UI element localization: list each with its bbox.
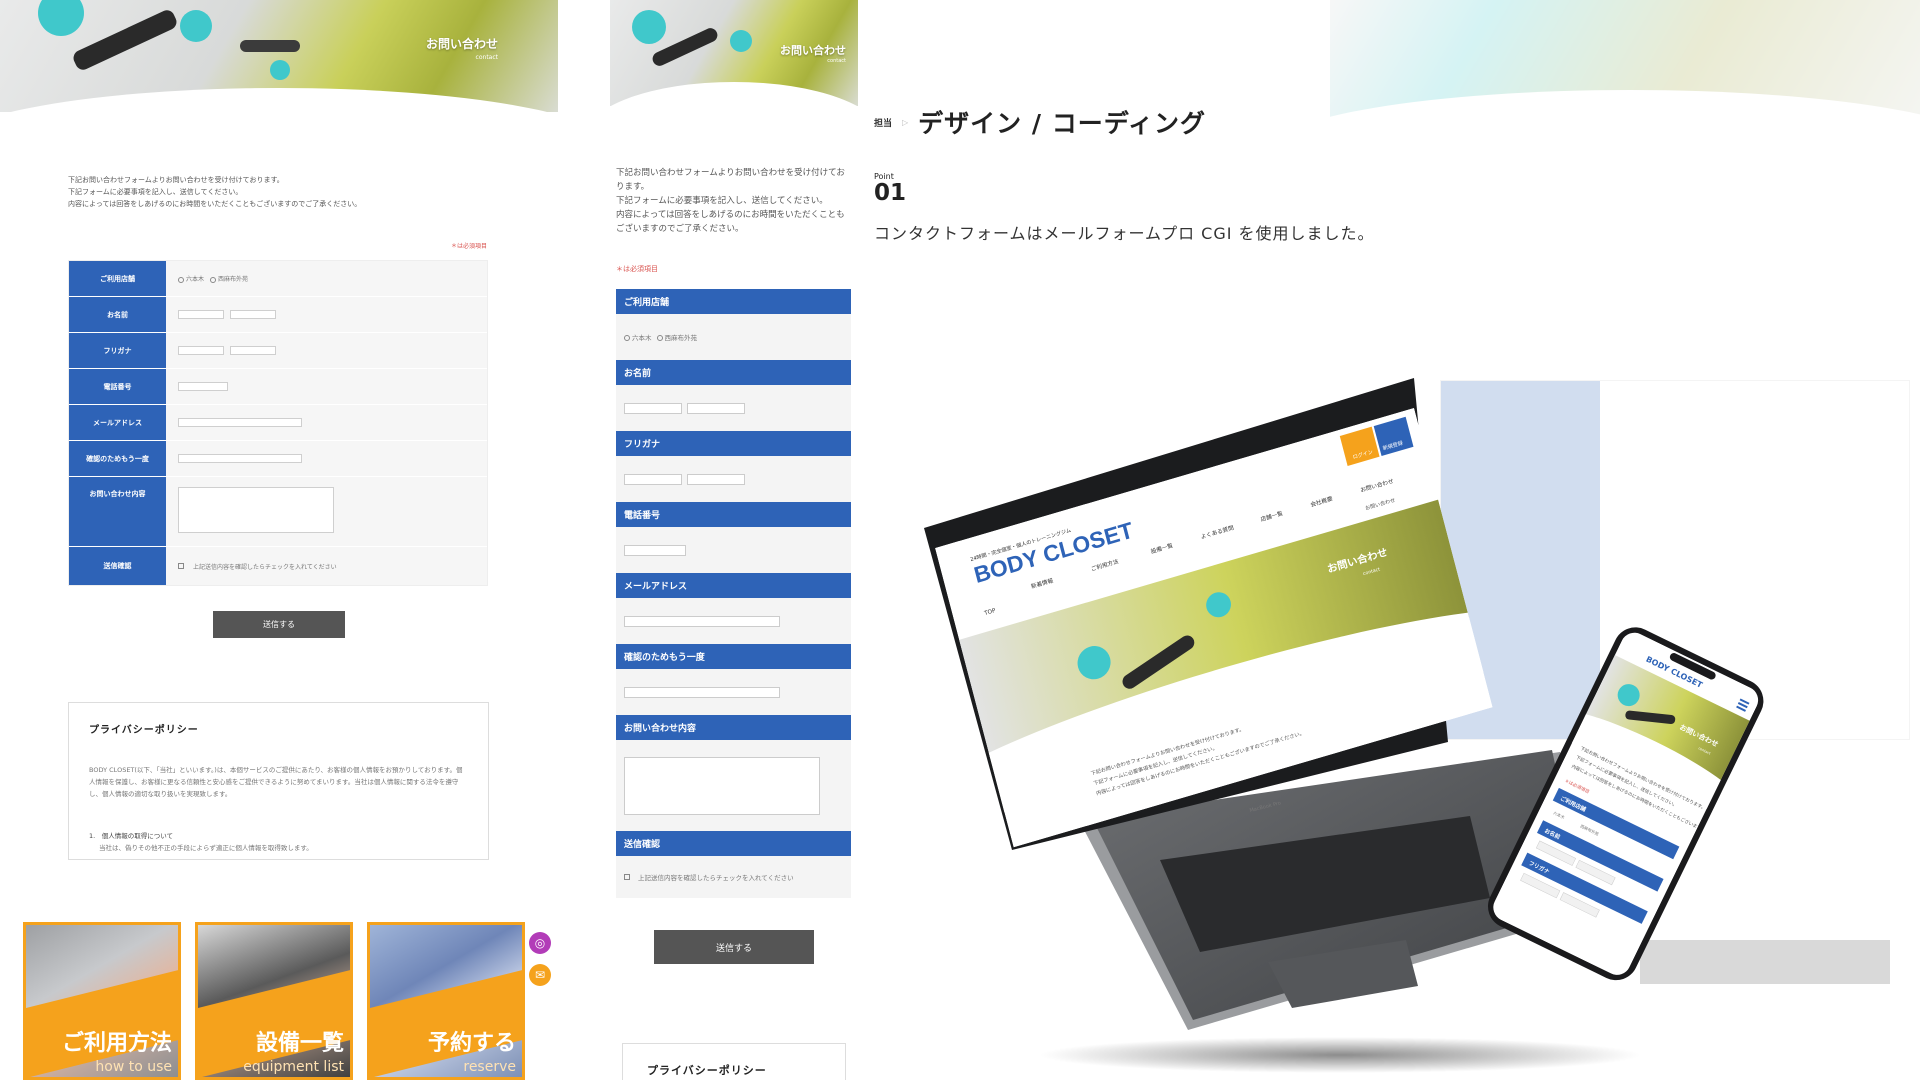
shadow [1040,1037,1640,1073]
device-mockup-scene: 24時間・完全個室・個人のトレーニングジム BODY CLOSET ログイン 新… [924,378,1764,1073]
